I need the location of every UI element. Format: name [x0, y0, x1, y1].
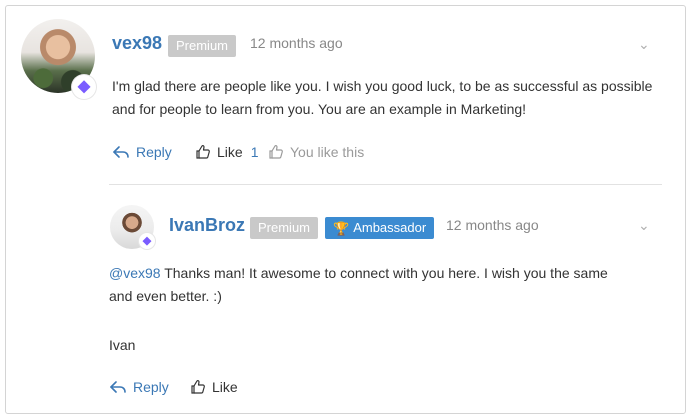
trophy-icon: 🏆: [333, 220, 350, 236]
comment-text-line2: and even better. :): [109, 288, 222, 304]
username[interactable]: IvanBroz: [169, 215, 245, 236]
comment-text: I'm glad there are people like you. I wi…: [112, 78, 653, 117]
reply-icon: [109, 380, 127, 394]
comments-panel: ◆ vex98 Premium 12 months ago ⌄ I'm glad…: [5, 5, 686, 414]
you-like-this-status: You like this: [268, 144, 364, 160]
premium-gem-badge: ◆: [139, 233, 155, 249]
reply-icon: [112, 145, 130, 159]
ambassador-badge: 🏆 Ambassador: [325, 217, 435, 239]
username[interactable]: vex98: [112, 33, 162, 54]
reply-label: Reply: [136, 144, 172, 160]
signature-text: Ivan: [109, 337, 136, 353]
ambassador-label: Ambassador: [353, 220, 427, 235]
chevron-down-icon[interactable]: ⌄: [638, 217, 650, 234]
mention-link[interactable]: @vex98: [109, 265, 161, 281]
chevron-down-icon[interactable]: ⌄: [638, 36, 650, 53]
divider: [109, 184, 662, 185]
like-label: Like: [212, 379, 238, 395]
thumbs-up-icon: [190, 379, 206, 395]
comment-text-line1: Thanks man! It awesome to connect with y…: [160, 265, 608, 281]
comment-text: @vex98 Thanks man! It awesome to connect…: [109, 262, 669, 308]
diamond-icon: ◆: [77, 78, 91, 95]
like-button[interactable]: Like 1: [195, 144, 258, 160]
you-like-this-label: You like this: [290, 144, 365, 160]
reply-label: Reply: [133, 379, 169, 395]
reply-button[interactable]: Reply: [112, 144, 172, 160]
premium-badge: Premium: [168, 35, 237, 57]
thumbs-up-icon: [268, 144, 284, 160]
premium-badge: Premium: [250, 217, 319, 239]
reply-button[interactable]: Reply: [109, 379, 169, 395]
thumbs-up-icon: [195, 144, 211, 160]
like-button[interactable]: Like: [190, 379, 238, 395]
premium-gem-badge: ◆: [72, 75, 96, 99]
timestamp[interactable]: 12 months ago: [446, 217, 539, 233]
like-label: Like: [217, 144, 243, 160]
timestamp[interactable]: 12 months ago: [250, 35, 343, 51]
diamond-icon: ◆: [142, 234, 152, 247]
like-count: 1: [250, 144, 259, 160]
